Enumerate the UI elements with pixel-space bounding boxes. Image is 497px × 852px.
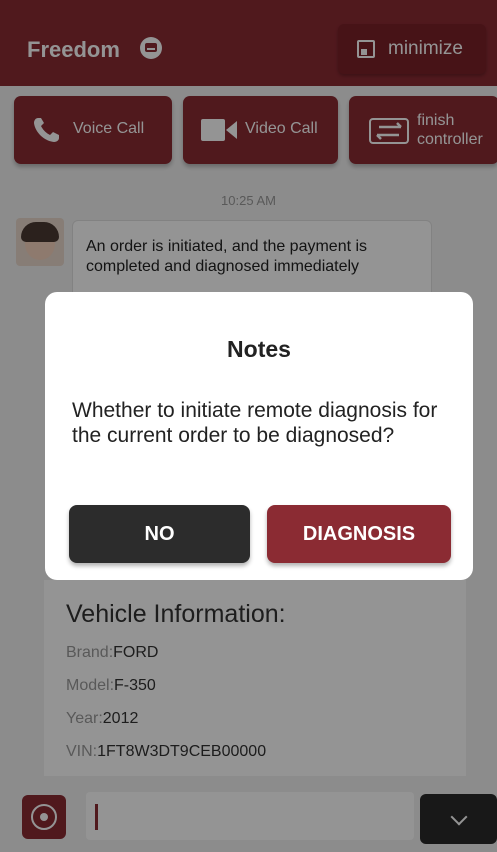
no-button[interactable]: NO — [69, 505, 250, 563]
notes-dialog: Notes Whether to initiate remote diagnos… — [45, 292, 473, 580]
chat-screen: Freedom minimize Voice Call Video Call f… — [0, 0, 497, 852]
diagnosis-button[interactable]: DIAGNOSIS — [267, 505, 451, 563]
dialog-message: Whether to initiate remote diagnosis for… — [72, 399, 438, 447]
dialog-title: Notes — [227, 336, 291, 362]
